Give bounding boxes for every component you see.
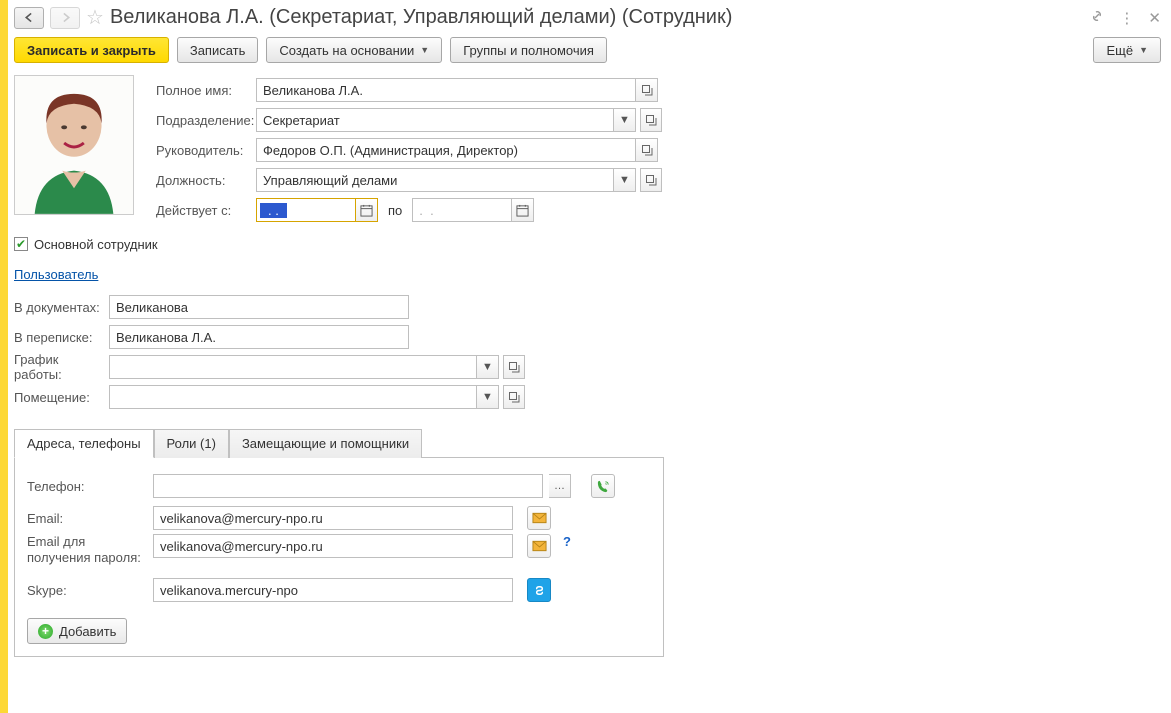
manager-input[interactable] — [256, 138, 636, 162]
email-pwd-input[interactable] — [153, 534, 513, 558]
open-position-button[interactable] — [640, 168, 662, 192]
department-dropdown-button[interactable]: ▼ — [614, 108, 636, 132]
email-pwd-label: Email для получения пароля: — [27, 534, 147, 565]
calendar-icon — [516, 204, 529, 217]
valid-to-calendar-button[interactable] — [512, 198, 534, 222]
position-input[interactable] — [256, 168, 614, 192]
plus-circle-icon: + — [38, 624, 53, 639]
valid-from-value: . . — [260, 203, 287, 218]
send-email-pwd-button[interactable] — [527, 534, 551, 558]
open-icon — [508, 391, 520, 403]
save-label: Записать — [190, 43, 246, 58]
in-docs-input[interactable] — [109, 295, 409, 319]
groups-permissions-label: Группы и полномочия — [463, 43, 594, 58]
caret-down-icon: ▼ — [420, 45, 429, 55]
skype-icon — [532, 583, 547, 598]
call-phone-button[interactable] — [591, 474, 615, 498]
schedule-dropdown-button[interactable]: ▼ — [477, 355, 499, 379]
open-icon — [641, 144, 653, 156]
open-schedule-button[interactable] — [503, 355, 525, 379]
position-dropdown-button[interactable]: ▼ — [614, 168, 636, 192]
page-title: Великанова Л.А. (Секретариат, Управляющи… — [110, 6, 1083, 29]
room-label: Помещение: — [14, 390, 109, 405]
favorite-star-icon[interactable]: ☆ — [86, 8, 104, 28]
caret-down-icon: ▼ — [619, 114, 630, 126]
skype-call-button[interactable] — [527, 578, 551, 602]
full-name-label: Полное имя: — [156, 83, 256, 98]
valid-from-input[interactable]: . . — [256, 198, 356, 222]
save-and-close-button[interactable]: Записать и закрыть — [14, 37, 169, 63]
main-employee-checkbox[interactable]: ✔ — [14, 237, 28, 251]
avatar-placeholder-icon — [15, 75, 133, 215]
phone-more-button[interactable]: … — [549, 474, 571, 498]
caret-down-icon: ▼ — [482, 391, 493, 403]
caret-down-icon: ▼ — [619, 174, 630, 186]
groups-permissions-button[interactable]: Группы и полномочия — [450, 37, 607, 63]
manager-label: Руководитель: — [156, 143, 256, 158]
send-email-button[interactable] — [527, 506, 551, 530]
department-label: Подразделение: — [156, 113, 256, 128]
add-contact-label: Добавить — [59, 624, 116, 639]
open-icon — [508, 361, 520, 373]
department-input[interactable] — [256, 108, 614, 132]
schedule-label: График работы: — [14, 352, 109, 382]
main-employee-label: Основной сотрудник — [34, 237, 158, 252]
room-input[interactable] — [109, 385, 477, 409]
valid-to-label: по — [388, 203, 402, 218]
in-mail-input[interactable] — [109, 325, 409, 349]
create-based-on-label: Создать на основании — [279, 43, 414, 58]
envelope-icon — [532, 512, 547, 524]
skype-input[interactable] — [153, 578, 513, 602]
in-mail-label: В переписке: — [14, 330, 109, 345]
open-manager-button[interactable] — [636, 138, 658, 162]
valid-to-input[interactable] — [412, 198, 512, 222]
employee-photo[interactable] — [14, 75, 134, 215]
skype-label: Skype: — [27, 583, 147, 598]
caret-down-icon: ▼ — [1139, 45, 1148, 55]
tab-contacts[interactable]: Адреса, телефоны — [14, 429, 154, 458]
envelope-icon — [532, 540, 547, 552]
phone-label: Телефон: — [27, 479, 147, 494]
more-button[interactable]: Ещё ▼ — [1093, 37, 1161, 63]
save-and-close-label: Записать и закрыть — [27, 43, 156, 58]
valid-from-label: Действует с: — [156, 203, 256, 218]
full-name-input[interactable] — [256, 78, 636, 102]
tab-panel-contacts: Телефон: … Email: Email для получения па… — [14, 458, 664, 657]
forward-button[interactable] — [50, 7, 80, 29]
help-icon[interactable]: ? — [563, 534, 571, 549]
create-based-on-button[interactable]: Создать на основании ▼ — [266, 37, 442, 63]
kebab-menu-icon[interactable]: ⋮ — [1119, 9, 1134, 27]
back-button[interactable] — [14, 7, 44, 29]
open-department-button[interactable] — [640, 108, 662, 132]
user-link[interactable]: Пользователь — [14, 267, 98, 282]
left-accent-bar — [0, 0, 8, 713]
open-icon — [641, 84, 653, 96]
in-docs-label: В документах: — [14, 300, 109, 315]
tab-roles[interactable]: Роли (1) — [154, 429, 229, 458]
toolbar: Записать и закрыть Записать Создать на о… — [14, 37, 1161, 75]
caret-down-icon: ▼ — [482, 361, 493, 373]
save-button[interactable]: Записать — [177, 37, 259, 63]
add-contact-button[interactable]: + Добавить — [27, 618, 127, 644]
tab-substitutes[interactable]: Замещающие и помощники — [229, 429, 422, 458]
phone-call-icon — [596, 479, 611, 494]
position-label: Должность: — [156, 173, 256, 188]
more-label: Ещё — [1106, 43, 1133, 58]
room-dropdown-button[interactable]: ▼ — [477, 385, 499, 409]
calendar-icon — [360, 204, 373, 217]
open-full-name-button[interactable] — [636, 78, 658, 102]
arrow-left-icon — [23, 11, 36, 24]
titlebar: ☆ Великанова Л.А. (Секретариат, Управляю… — [14, 6, 1161, 37]
valid-from-calendar-button[interactable] — [356, 198, 378, 222]
close-icon[interactable]: ✕ — [1148, 9, 1161, 27]
open-room-button[interactable] — [503, 385, 525, 409]
open-icon — [645, 114, 657, 126]
schedule-input[interactable] — [109, 355, 477, 379]
email-label: Email: — [27, 511, 147, 526]
arrow-right-icon — [59, 11, 72, 24]
link-icon[interactable] — [1089, 8, 1105, 28]
email-input[interactable] — [153, 506, 513, 530]
open-icon — [645, 174, 657, 186]
phone-input[interactable] — [153, 474, 543, 498]
